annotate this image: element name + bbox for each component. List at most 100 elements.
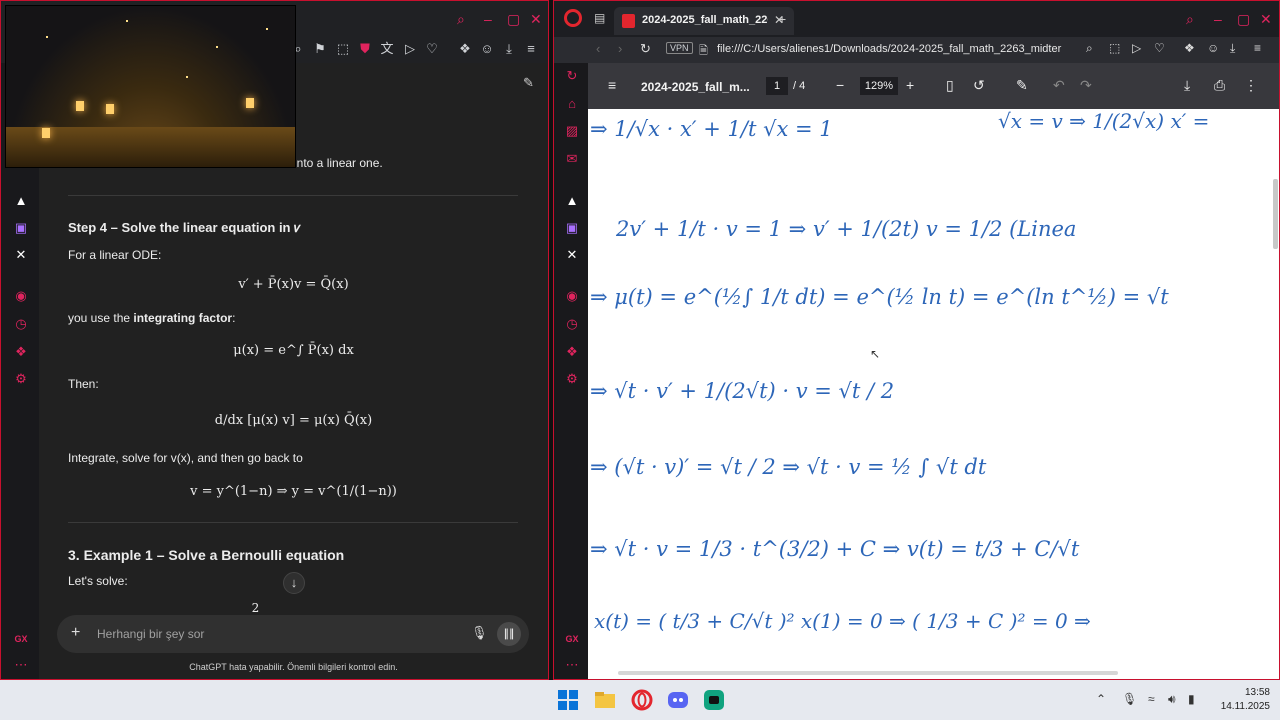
profile-icon[interactable]: ☺ [479,41,495,57]
handwriting-line: ⇒ √t · v′ + 1/(2√t) · v = √t / 2 [590,379,895,403]
vpn-badge[interactable]: VPN [666,42,693,54]
vertical-scrollbar[interactable] [1273,179,1278,249]
minimize-icon[interactable]: – [484,11,492,27]
microphone-icon[interactable]: 🎙︎ [471,625,488,641]
video-overlay[interactable] [5,5,296,168]
volume-icon[interactable]: 🔊︎ [1168,692,1176,707]
video-light [216,46,218,48]
sidebar-toggle-icon[interactable]: ≡ [608,77,616,93]
translate-icon[interactable]: 文 [379,41,395,57]
x-icon[interactable]: ✕ [13,247,29,263]
clock[interactable]: 13:58 14.11.2025 [1200,686,1270,714]
screenshot-icon[interactable]: ⬚ [1109,41,1120,55]
plus-icon[interactable]: + [71,624,80,642]
horizontal-scrollbar[interactable] [618,671,1118,675]
opera-logo-icon[interactable] [564,9,582,27]
extensions-sidebar-icon[interactable]: ❖ [13,344,29,360]
more-icon[interactable]: ⋯ [564,657,580,673]
extensions-sidebar-icon[interactable]: ❖ [564,344,580,360]
wifi-icon[interactable]: ≈ [1148,692,1155,706]
menu-icon[interactable]: ≡ [1254,41,1261,55]
zoom-icon[interactable]: ⌕ [1086,41,1093,56]
opera-gx-icon[interactable] [630,688,654,712]
annotate-icon[interactable]: ✎ [1016,77,1028,94]
shield-icon[interactable]: ⛊ [357,41,373,57]
heart-icon[interactable]: ♡ [424,41,440,57]
clock-time: 13:58 [1244,687,1270,698]
gmail-icon[interactable]: ✉ [564,151,580,167]
battery-icon[interactable]: ▮ [1188,692,1195,706]
maximize-icon[interactable]: ▢ [507,11,520,28]
zoom-level[interactable]: 129% [860,77,898,95]
composer-placeholder[interactable]: Herhangi bir şey sor [97,627,204,641]
download-icon[interactable]: ⤓ [1184,77,1190,94]
ai-aria-icon[interactable]: ↻ [564,68,580,84]
video-lantern [76,101,84,111]
x-icon[interactable]: ✕ [564,247,580,263]
search-icon[interactable]: ⌕ [457,11,465,28]
twitch-icon[interactable]: ▣ [564,220,580,236]
settings-icon[interactable]: ⚙ [13,371,29,387]
tab-menu-icon[interactable]: ▤ [594,11,605,25]
extensions-icon[interactable]: ❖ [457,41,473,57]
microphone-icon[interactable]: 🎙︎ [1122,692,1137,706]
history-icon[interactable]: ◷ [13,316,29,332]
tab-pdf[interactable]: 2024-2025_fall_math_226 ✕ [614,7,794,35]
close-icon[interactable]: ✕ [1260,11,1272,28]
step4-heading: Step 4 – Solve the linear equation in 𝑣 [68,220,301,235]
settings-icon[interactable]: ⚙ [564,371,580,387]
pin-icon[interactable]: ⚑ [312,41,328,57]
more-options-icon[interactable]: ⋮ [1244,77,1258,94]
shop-icon[interactable]: ⌂ [564,96,580,112]
history-icon[interactable]: ◷ [564,316,580,332]
page-number-input[interactable]: 1 [766,77,788,95]
video-light [266,28,268,30]
player-icon[interactable]: ◉ [564,288,580,304]
ai-icon[interactable]: ▲ [564,193,580,209]
maximize-icon[interactable]: ▢ [1237,11,1250,28]
rotate-icon[interactable]: ↺ [973,77,985,94]
heart-icon[interactable]: ♡ [1154,41,1165,55]
extensions-icon[interactable]: ❖ [1184,41,1195,55]
send-icon[interactable]: ▷ [402,41,418,57]
more-icon[interactable]: ⋯ [13,657,29,673]
image-icon[interactable]: ▨ [564,123,580,139]
ai-icon[interactable]: ▲ [13,193,29,209]
print-icon[interactable]: ⎙ [1214,77,1225,94]
download-icon[interactable]: ⤓ [1230,41,1235,56]
screenshot-icon[interactable]: ⬚ [335,41,351,57]
close-icon[interactable]: ✕ [530,11,542,28]
discord-icon[interactable] [666,688,690,712]
chatgpt-app-icon[interactable] [702,688,726,712]
forward-icon[interactable]: › [618,41,622,56]
show-hidden-icons-icon[interactable]: ⌃ [1096,692,1106,706]
profile-icon[interactable]: ☺ [1207,41,1219,55]
new-chat-icon[interactable]: ✎ [523,75,534,91]
new-tab-icon[interactable]: + [778,11,786,27]
equation-2: μ(x) = e^∫ P̄(x) dx [233,343,354,358]
player-icon[interactable]: ◉ [13,288,29,304]
reload-icon[interactable]: ↻ [640,41,651,57]
zoom-in-icon[interactable]: + [906,77,914,93]
send-icon[interactable]: ▷ [1132,41,1141,55]
scroll-down-button[interactable]: ↓ [283,572,305,594]
download-icon[interactable]: ⤓ [501,41,517,57]
search-icon[interactable]: ⌕ [1186,11,1194,28]
handwriting-line: ⇒ 1/√x · x′ + 1/t √x = 1 [590,117,833,141]
minimize-icon[interactable]: – [1214,11,1222,27]
equation-1: v′ + P̄(x)v = Q̄(x) [238,277,349,292]
windows-start-icon[interactable] [556,688,580,712]
zoom-out-icon[interactable]: − [836,77,844,93]
taskbar: ⌃ 🎙︎ ≈ 🔊︎ ▮ 13:58 14.11.2025 [0,680,1280,720]
redo-icon[interactable]: ↷ [1080,77,1092,94]
chat-composer[interactable]: + Herhangi bir şey sor 🎙︎ ∥∥ [57,615,529,653]
twitch-icon[interactable]: ▣ [13,220,29,236]
url-field[interactable]: file:///C:/Users/alienes1/Downloads/2024… [717,43,1079,55]
file-explorer-icon[interactable] [593,688,617,712]
voice-mode-icon[interactable]: ∥∥ [497,622,521,646]
undo-icon[interactable]: ↶ [1053,77,1065,94]
pdf-favicon-icon [622,14,635,28]
fit-page-icon[interactable]: ▯ [946,77,954,94]
back-icon[interactable]: ‹ [596,41,600,56]
menu-icon[interactable]: ≡ [523,41,539,57]
